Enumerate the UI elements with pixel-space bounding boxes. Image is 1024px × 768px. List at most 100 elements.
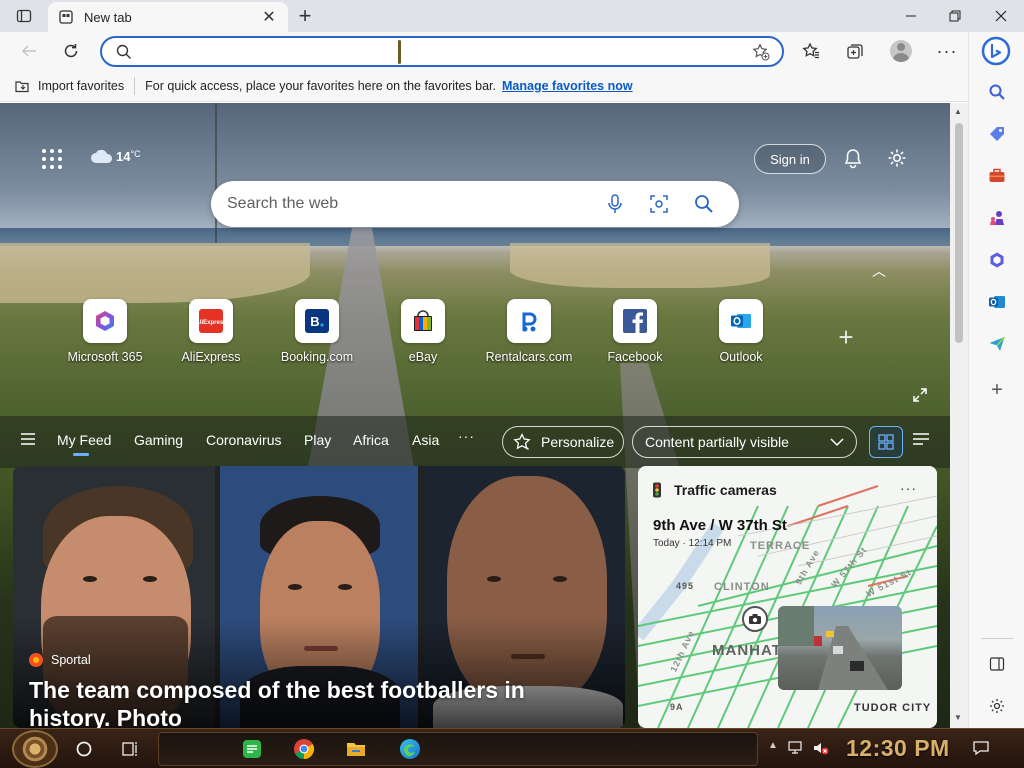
feed-tab-africa[interactable]: Africa: [353, 432, 389, 448]
personalize-button[interactable]: Personalize: [502, 426, 624, 458]
taskbar-clock[interactable]: 12:30 PM: [846, 735, 950, 762]
cortana-search-icon[interactable]: [72, 737, 96, 761]
expand-background-icon[interactable]: [912, 387, 928, 406]
feed-tab-asia[interactable]: Asia: [412, 432, 439, 448]
feed-more-icon[interactable]: ···: [458, 428, 475, 444]
traffic-camera-thumbnail[interactable]: [778, 606, 902, 690]
feed-navigation: My Feed Gaming Coronavirus Play Africa A…: [0, 416, 950, 468]
task-view-icon[interactable]: [118, 737, 142, 761]
camera-pin-icon[interactable]: [742, 606, 768, 632]
refresh-icon[interactable]: [56, 36, 86, 66]
profile-avatar[interactable]: [886, 36, 916, 66]
add-favorite-icon[interactable]: [752, 43, 770, 64]
manage-favorites-link[interactable]: Manage favorites now: [502, 79, 633, 93]
tab-title: New tab: [84, 9, 132, 25]
edge-browser-icon[interactable]: [398, 737, 422, 761]
feed-tab-coronavirus[interactable]: Coronavirus: [206, 432, 281, 448]
news-source[interactable]: Sportal: [29, 653, 91, 667]
bing-chat-icon[interactable]: [981, 36, 1011, 66]
file-explorer-icon[interactable]: [344, 737, 368, 761]
address-input[interactable]: [142, 41, 742, 63]
quick-link-label: Rentalcars.com: [485, 350, 573, 364]
tab-new-tab[interactable]: New tab ✕: [48, 2, 288, 32]
tab-actions-menu-icon[interactable]: [10, 6, 38, 26]
sportal-logo-icon: [29, 653, 43, 667]
minimize-icon[interactable]: [888, 0, 934, 32]
notes-app-icon[interactable]: [240, 737, 264, 761]
sidebar-search-icon[interactable]: [983, 78, 1011, 106]
feed-tab-my-feed[interactable]: My Feed: [57, 432, 111, 456]
grid-layout-button[interactable]: [869, 426, 903, 458]
quick-link-rentalcars[interactable]: Rentalcars.com: [479, 299, 579, 364]
settings-more-icon[interactable]: ···: [932, 36, 962, 66]
address-bar[interactable]: [100, 36, 784, 67]
microsoft365-sidebar-icon[interactable]: [983, 246, 1011, 274]
import-favorites-label: Import favorites: [38, 78, 125, 93]
action-center-icon[interactable]: [972, 740, 990, 759]
microphone-icon[interactable]: [604, 193, 626, 215]
quick-link-microsoft-365[interactable]: Microsoft 365: [55, 299, 155, 364]
search-submit-icon[interactable]: [693, 193, 715, 215]
import-favorites-button[interactable]: Import favorites: [0, 78, 124, 94]
scroll-down-arrow-icon[interactable]: ▼: [954, 713, 962, 722]
new-tab-button[interactable]: +: [292, 3, 318, 28]
shopping-tag-icon[interactable]: [983, 120, 1011, 148]
tools-briefcase-icon[interactable]: [983, 162, 1011, 190]
weather-widget[interactable]: 14 °C: [90, 149, 141, 164]
web-search-input[interactable]: [227, 193, 587, 215]
tray-expand-icon[interactable]: ▲: [768, 740, 778, 751]
page-settings-gear-icon[interactable]: [886, 147, 908, 172]
quick-link-facebook[interactable]: Facebook: [585, 299, 685, 364]
news-headline[interactable]: The team composed of the best footballer…: [29, 676, 599, 728]
news-source-name: Sportal: [51, 653, 91, 667]
hide-sidebar-icon[interactable]: [983, 650, 1011, 678]
weather-unit: °C: [130, 149, 141, 159]
feed-menu-icon[interactable]: [20, 432, 36, 449]
quick-link-ebay[interactable]: eBay: [373, 299, 473, 364]
network-icon[interactable]: [788, 740, 806, 759]
sign-in-button[interactable]: Sign in: [754, 144, 826, 174]
restore-icon[interactable]: [932, 0, 978, 32]
traffic-light-icon: [653, 482, 661, 498]
start-button[interactable]: [12, 730, 58, 768]
volume-muted-icon[interactable]: [812, 740, 830, 759]
collections-icon[interactable]: [840, 36, 870, 66]
facebook-icon: [613, 299, 657, 343]
page-scrollbar[interactable]: ▲ ▼: [950, 103, 968, 728]
favorites-divider: [134, 76, 136, 95]
feed-tab-play[interactable]: Play: [304, 432, 331, 448]
notifications-bell-icon[interactable]: [842, 147, 864, 172]
list-view-icon[interactable]: [912, 432, 930, 449]
news-card-football[interactable]: Sportal The team composed of the best fo…: [13, 466, 625, 728]
app-launcher-icon[interactable]: [42, 149, 62, 169]
close-window-icon[interactable]: [978, 0, 1024, 32]
outlook-sidebar-icon[interactable]: [983, 288, 1011, 316]
quick-link-label: eBay: [408, 350, 438, 364]
feed-tab-gaming[interactable]: Gaming: [134, 432, 183, 448]
quick-link-outlook[interactable]: Outlook: [691, 299, 791, 364]
traffic-cameras-card[interactable]: Traffic cameras ··· 9th Ave / W 37th St …: [638, 466, 937, 728]
chevron-down-icon: [830, 438, 844, 447]
web-search-box[interactable]: [211, 181, 739, 227]
close-tab-icon[interactable]: ✕: [260, 8, 278, 26]
quick-link-aliexpress[interactable]: AliExpress AliExpress: [161, 299, 261, 364]
new-tab-page: 14 °C Sign in ︿ Microsoft 365 AliExpress…: [0, 103, 950, 728]
scroll-up-arrow-icon[interactable]: ▲: [954, 107, 962, 116]
svg-text:AliExpress: AliExpress: [198, 320, 224, 326]
favorites-icon[interactable]: [796, 36, 826, 66]
collapse-chevron-up-icon[interactable]: ︿: [872, 261, 886, 281]
chrome-icon[interactable]: [292, 737, 316, 761]
grid-view-icon: [878, 434, 894, 450]
sidebar-settings-icon[interactable]: [983, 692, 1011, 720]
quick-link-booking[interactable]: B Booking.com: [267, 299, 367, 364]
scrollbar-thumb[interactable]: [955, 123, 963, 343]
add-quick-link-button[interactable]: +: [834, 322, 858, 352]
traffic-card-more-icon[interactable]: ···: [900, 480, 917, 496]
favorites-hint: For quick access, place your favorites h…: [145, 78, 497, 93]
add-sidebar-app-icon[interactable]: +: [983, 376, 1011, 404]
send-drop-icon[interactable]: [983, 330, 1011, 358]
visual-search-icon[interactable]: [648, 193, 670, 215]
games-chess-icon[interactable]: [983, 204, 1011, 232]
content-visibility-dropdown[interactable]: Content partially visible: [632, 426, 857, 458]
back-arrow-icon[interactable]: [14, 36, 44, 66]
